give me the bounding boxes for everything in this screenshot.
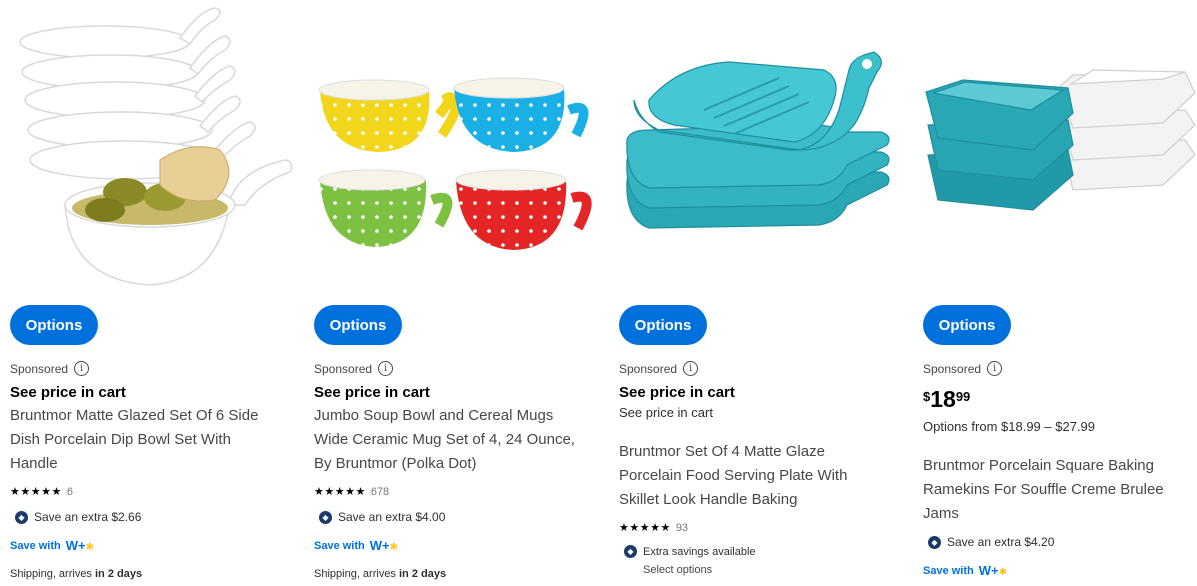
- dip-bowl-stack-illustration: [19, 7, 293, 286]
- title-line: Jams: [923, 505, 959, 522]
- tag-savings-icon: ◆: [624, 545, 637, 558]
- save-with-label: Save with: [314, 539, 365, 552]
- product-title-link[interactable]: Bruntmor Porcelain Square Baking Ramekin…: [923, 454, 1197, 526]
- sponsored-label: Sponsored i: [314, 361, 394, 376]
- shipping-prefix: Shipping, arrives: [314, 568, 399, 580]
- select-options-link[interactable]: Select options: [643, 564, 712, 576]
- price-cents: 99: [955, 389, 971, 404]
- title-line: Bruntmor Matte Glazed Set Of 6 Side: [10, 407, 259, 424]
- sponsored-label: Sponsored i: [10, 361, 90, 376]
- title-line: Handle: [10, 455, 58, 472]
- review-count: 678: [370, 485, 390, 498]
- rating: ★★★★★ 93: [619, 521, 689, 535]
- title-line: Ramekins For Souffle Creme Brulee: [923, 481, 1164, 498]
- save-extra-text: Save an extra $2.66: [34, 510, 142, 524]
- info-icon[interactable]: i: [987, 361, 1003, 376]
- product-image-dip-bowls[interactable]: [10, 0, 295, 290]
- save-with-label: Save with: [10, 539, 61, 552]
- sub-price-label: See price in cart: [619, 405, 713, 420]
- current-price: $ 18 99: [923, 386, 970, 412]
- save-with-walmart-plus[interactable]: Save with W+✱: [314, 538, 398, 553]
- review-count: 93: [675, 521, 689, 534]
- walmart-plus-logo: W+✱: [65, 538, 95, 553]
- sponsored-label: Sponsored i: [619, 361, 699, 376]
- save-extra-text: Save an extra $4.00: [338, 510, 446, 524]
- sponsored-text: Sponsored: [923, 361, 982, 376]
- savings-row: ◆ Save an extra $4.00: [319, 510, 445, 524]
- save-extra-text: Save an extra $4.20: [947, 535, 1055, 549]
- shipping-days: in 2 days: [399, 568, 447, 580]
- title-line: Bruntmor Porcelain Square Baking: [923, 457, 1154, 474]
- square-ramekins-illustration: [925, 69, 1196, 211]
- skillet-plates-illustration: [626, 51, 890, 229]
- sponsored-label: Sponsored i: [923, 361, 1003, 376]
- save-with-walmart-plus[interactable]: Save with W+✱: [10, 538, 94, 553]
- product-image-ramekins[interactable]: [923, 0, 1197, 290]
- product-title-link[interactable]: Bruntmor Set Of 4 Matte Glaze Porcelain …: [619, 440, 904, 512]
- info-icon[interactable]: i: [683, 361, 699, 376]
- shipping-info: Shipping, arrives in 2 days: [10, 568, 142, 580]
- savings-row: ◆ Save an extra $2.66: [15, 510, 141, 524]
- options-price-range: Options from $18.99 – $27.99: [923, 419, 1096, 434]
- product-card[interactable]: Options Sponsored i See price in cart Br…: [10, 0, 295, 586]
- sponsored-text: Sponsored: [314, 361, 373, 376]
- shipping-prefix: Shipping, arrives: [10, 568, 95, 580]
- walmart-plus-logo: W+✱: [978, 563, 1008, 578]
- tag-savings-icon: ◆: [928, 535, 941, 549]
- walmart-plus-logo: W+✱: [369, 538, 399, 553]
- star-icon: ★★★★★: [314, 486, 366, 498]
- shipping-days: in 2 days: [95, 568, 143, 580]
- options-button[interactable]: Options: [314, 305, 402, 345]
- product-card[interactable]: Options Sponsored i $ 18 99 Options from…: [923, 0, 1197, 586]
- product-image-polka-mugs[interactable]: [314, 0, 599, 290]
- title-line: Porcelain Food Serving Plate With: [619, 467, 848, 484]
- rating: ★★★★★ 6: [10, 485, 73, 499]
- options-button[interactable]: Options: [10, 305, 98, 345]
- product-image-skillet-plates[interactable]: [619, 0, 904, 290]
- review-count: 6: [66, 485, 73, 498]
- save-with-label: Save with: [923, 564, 974, 577]
- title-line: Dish Porcelain Dip Bowl Set With: [10, 431, 231, 448]
- sponsored-text: Sponsored: [619, 361, 678, 376]
- title-line: Bruntmor Set Of 4 Matte Glaze: [619, 443, 825, 460]
- title-line: Jumbo Soup Bowl and Cereal Mugs: [314, 407, 554, 424]
- tag-savings-icon: ◆: [15, 510, 28, 524]
- extra-savings-text: Extra savings available: [643, 545, 756, 558]
- title-line: Skillet Look Handle Baking: [619, 491, 798, 508]
- product-title-link[interactable]: Bruntmor Matte Glazed Set Of 6 Side Dish…: [10, 404, 295, 476]
- rating: ★★★★★ 678: [314, 485, 390, 499]
- options-button[interactable]: Options: [619, 305, 707, 345]
- sponsored-text: Sponsored: [10, 361, 69, 376]
- savings-row: ◆ Save an extra $4.20: [928, 535, 1054, 549]
- shipping-info: Shipping, arrives in 2 days: [314, 568, 446, 580]
- price-label: See price in cart: [619, 384, 735, 401]
- product-title-link[interactable]: Jumbo Soup Bowl and Cereal Mugs Wide Cer…: [314, 404, 599, 476]
- title-line: Wide Ceramic Mug Set of 4, 24 Ounce,: [314, 431, 575, 448]
- extra-savings-row: ◆ Extra savings available: [624, 545, 756, 558]
- save-with-walmart-plus[interactable]: Save with W+✱: [923, 563, 1007, 578]
- title-line: By Bruntmor (Polka Dot): [314, 455, 477, 472]
- info-icon[interactable]: i: [74, 361, 90, 376]
- star-icon: ★★★★★: [10, 486, 62, 498]
- info-icon[interactable]: i: [378, 361, 394, 376]
- star-icon: ★★★★★: [619, 522, 671, 534]
- price-dollars: 18: [930, 386, 956, 412]
- price-label: See price in cart: [314, 384, 430, 401]
- polka-dot-mugs-illustration: [318, 77, 592, 250]
- price-label: See price in cart: [10, 384, 126, 401]
- options-button[interactable]: Options: [923, 305, 1011, 345]
- price-currency: $: [923, 389, 931, 404]
- tag-savings-icon: ◆: [319, 510, 332, 524]
- product-card[interactable]: Options Sponsored i See price in cart Ju…: [314, 0, 599, 586]
- product-card[interactable]: Options Sponsored i See price in cart Se…: [619, 0, 904, 586]
